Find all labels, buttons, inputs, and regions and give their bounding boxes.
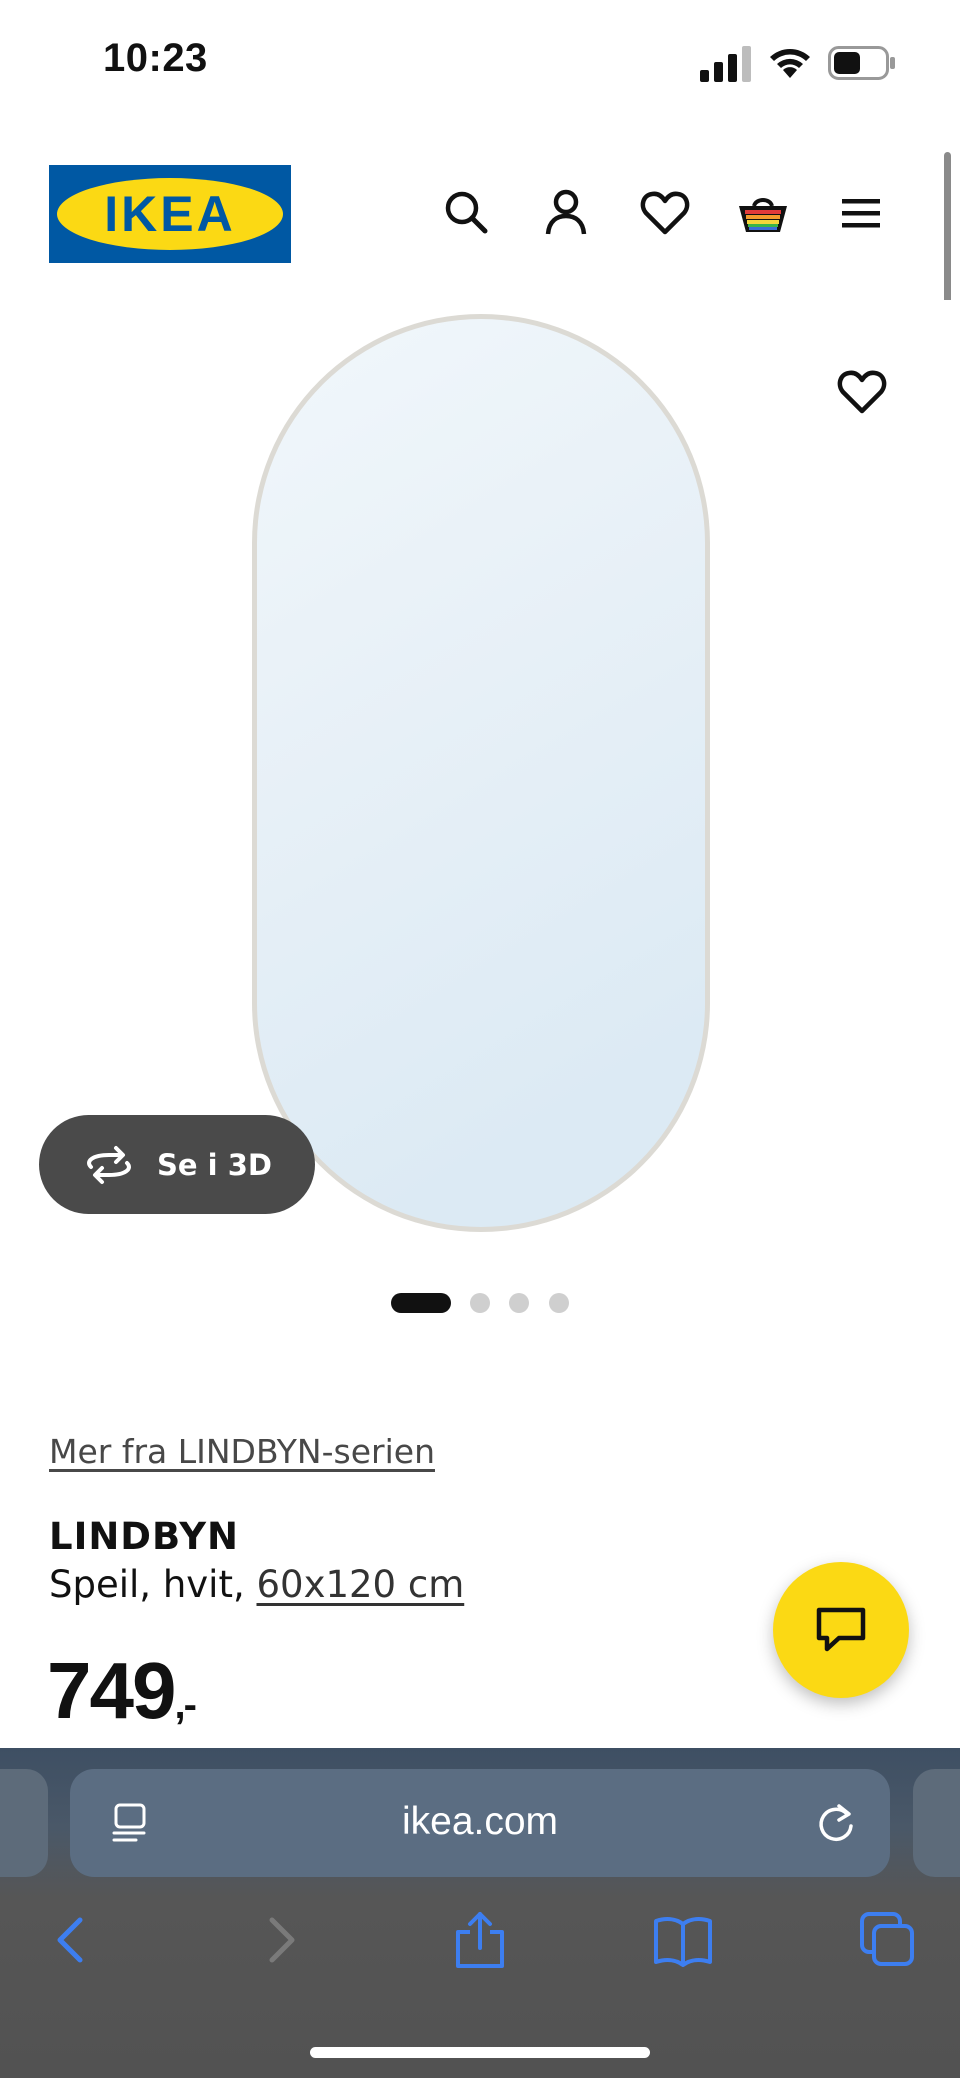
carousel-dot-3[interactable] <box>509 1293 529 1313</box>
add-to-favourites-icon[interactable] <box>834 364 890 420</box>
product-description: Speil, hvit, 60x120 cm <box>49 1563 464 1606</box>
menu-icon[interactable] <box>834 186 888 240</box>
chat-button[interactable] <box>773 1562 909 1698</box>
reload-icon[interactable] <box>809 1796 863 1850</box>
rotate-3d-icon <box>87 1145 131 1184</box>
status-time: 10:23 <box>103 36 208 80</box>
carousel-dot-4[interactable] <box>549 1293 569 1313</box>
account-icon[interactable] <box>539 186 593 240</box>
carousel-dot-2[interactable] <box>470 1293 490 1313</box>
series-link[interactable]: Mer fra LINDBYN-serien <box>49 1432 435 1471</box>
signal-icon <box>700 46 751 82</box>
mirror-image <box>0 300 960 1240</box>
price-value: 749 <box>47 1646 176 1735</box>
chat-icon <box>816 1607 866 1652</box>
bookmarks-icon[interactable] <box>653 1910 713 1970</box>
price-suffix: ,- <box>174 1683 196 1727</box>
share-icon[interactable] <box>450 1910 510 1970</box>
view-3d-button[interactable]: Se i 3D <box>39 1115 315 1214</box>
wifi-icon <box>770 49 810 78</box>
cart-icon[interactable] <box>736 186 790 240</box>
page-scrollbar[interactable] <box>944 152 951 316</box>
forward-icon[interactable] <box>250 1910 310 1970</box>
product-size-link[interactable]: 60x120 cm <box>256 1563 464 1606</box>
view-3d-label: Se i 3D <box>157 1147 272 1182</box>
home-indicator[interactable] <box>310 2047 650 2058</box>
search-icon[interactable] <box>440 186 494 240</box>
battery-icon <box>828 46 895 80</box>
back-icon[interactable] <box>42 1910 102 1970</box>
product-image[interactable] <box>0 300 960 1240</box>
product-name: LINDBYN <box>49 1515 239 1558</box>
ikea-logo[interactable]: IKEA <box>49 165 291 263</box>
logo-text: IKEA <box>104 186 235 242</box>
product-price: 749,- <box>47 1645 197 1737</box>
tabs-icon[interactable] <box>858 1910 918 1970</box>
favourites-icon[interactable] <box>638 186 692 240</box>
product-type: Speil, hvit, <box>49 1563 257 1606</box>
carousel-dot-1[interactable] <box>391 1293 451 1313</box>
ikea-logo-mark: IKEA <box>57 178 283 250</box>
